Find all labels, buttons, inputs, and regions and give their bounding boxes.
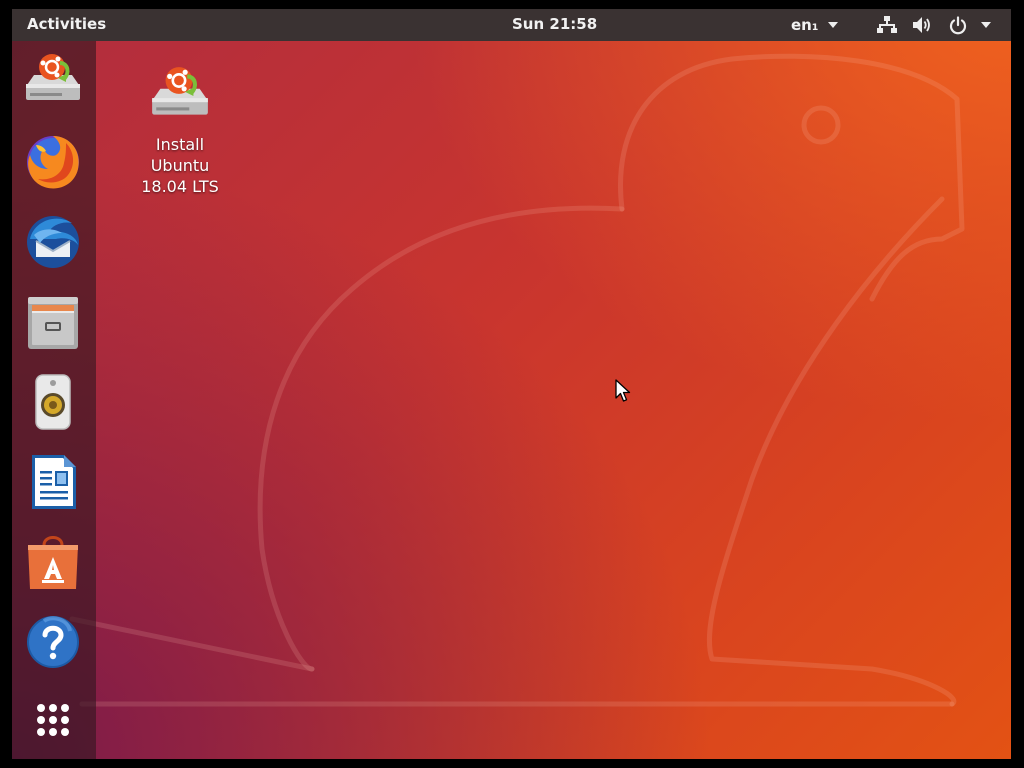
help-launcher[interactable] bbox=[22, 611, 84, 673]
activities-button[interactable]: Activities bbox=[27, 15, 106, 33]
clock-menu[interactable]: Sun 21:58 bbox=[512, 15, 597, 33]
chevron-down-icon[interactable] bbox=[828, 22, 838, 28]
firefox-icon bbox=[27, 136, 79, 189]
show-applications-button[interactable] bbox=[22, 689, 84, 751]
speaker-icon bbox=[35, 374, 71, 430]
desktop-icon-install-ubuntu[interactable]: Install Ubuntu 18.04 LTS bbox=[130, 64, 230, 197]
installer-icon bbox=[26, 54, 80, 100]
mouse-pointer-icon bbox=[615, 379, 631, 402]
keyboard-layout-indicator[interactable]: en₁ bbox=[791, 16, 818, 34]
top-bar: Activities Sun 21:58 en₁ bbox=[12, 9, 1011, 41]
libreoffice-writer-launcher[interactable] bbox=[22, 451, 84, 513]
installer-icon bbox=[152, 67, 208, 115]
firefox-launcher[interactable] bbox=[22, 131, 84, 193]
thunderbird-launcher[interactable] bbox=[22, 211, 84, 273]
question-icon bbox=[27, 616, 79, 668]
file-cabinet-icon bbox=[28, 297, 78, 349]
desktop-screen: Activities Sun 21:58 en₁ Install Ubuntu … bbox=[12, 9, 1011, 759]
install-ubuntu-launcher[interactable] bbox=[22, 51, 84, 113]
shopping-bag-icon bbox=[28, 536, 78, 589]
document-icon bbox=[32, 455, 76, 509]
ubuntu-software-launcher[interactable] bbox=[22, 531, 84, 593]
chevron-down-icon[interactable] bbox=[981, 22, 991, 28]
network-icon[interactable] bbox=[877, 16, 897, 38]
app-grid-icon bbox=[37, 704, 69, 736]
desktop-icon-label: Install Ubuntu 18.04 LTS bbox=[141, 135, 219, 196]
dock bbox=[12, 41, 96, 759]
volume-icon[interactable] bbox=[912, 16, 932, 38]
files-launcher[interactable] bbox=[22, 291, 84, 353]
power-icon[interactable] bbox=[948, 16, 968, 40]
rhythmbox-launcher[interactable] bbox=[22, 371, 84, 433]
thunderbird-icon bbox=[27, 216, 79, 268]
